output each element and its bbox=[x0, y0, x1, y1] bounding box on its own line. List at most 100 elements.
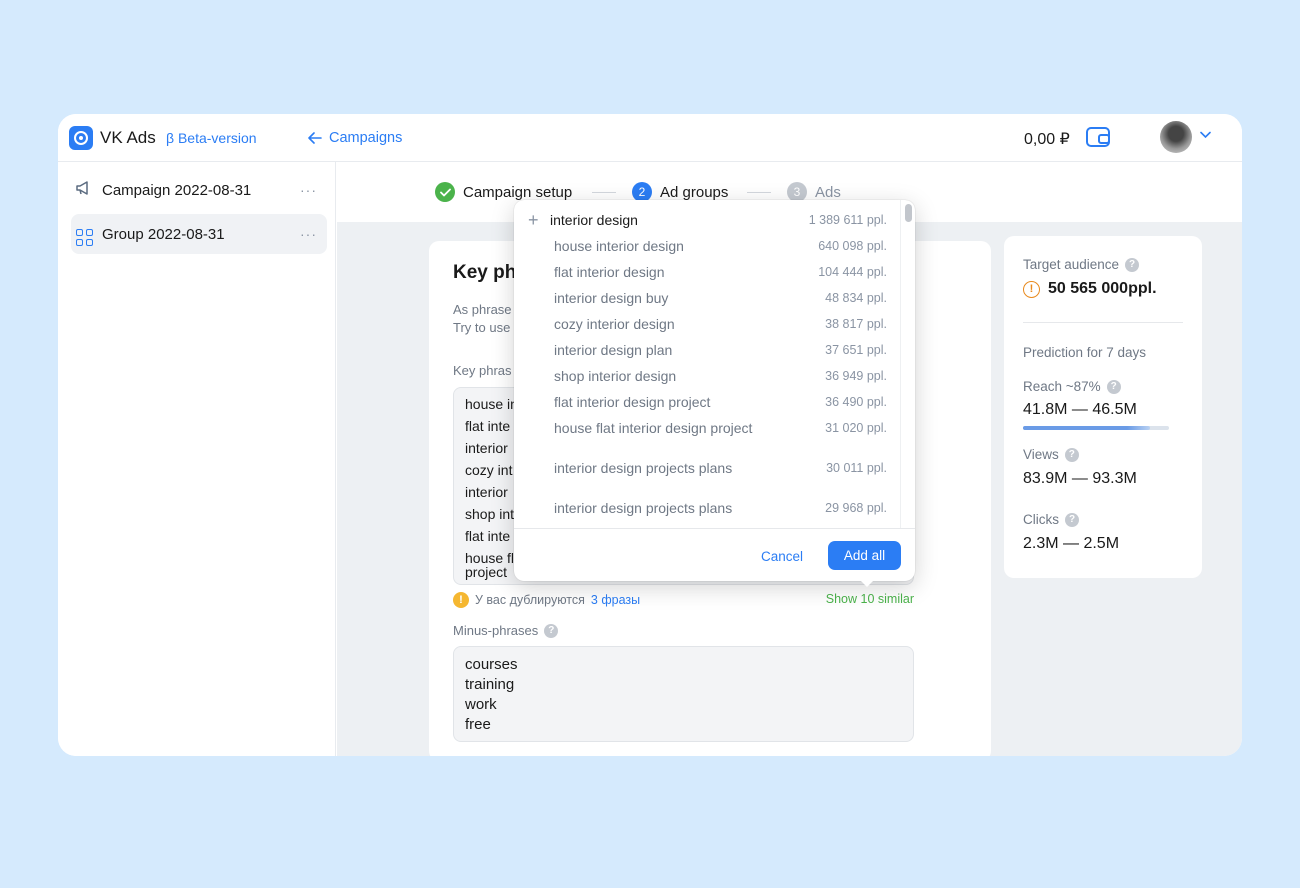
step-number: 2 bbox=[632, 182, 652, 202]
key-phrase-line: flat inte bbox=[465, 528, 511, 544]
show-similar-link[interactable]: Show 10 similar bbox=[826, 592, 914, 606]
similar-phrase-count: 48 834 ppl. bbox=[825, 291, 887, 305]
beta-badge[interactable]: β Beta-version bbox=[166, 130, 257, 146]
plus-icon[interactable]: + bbox=[528, 211, 539, 229]
sidebar-item-campaign[interactable]: Campaign 2022-08-31 ··· bbox=[71, 170, 327, 210]
target-audience-value: ! 50 565 000ppl. bbox=[1023, 280, 1157, 298]
step-label: Ad groups bbox=[660, 183, 729, 201]
step-ads[interactable]: 3 Ads bbox=[787, 182, 841, 202]
sidebar-item-label: Group 2022-08-31 bbox=[102, 225, 225, 243]
prediction-label: Prediction for 7 days bbox=[1023, 345, 1147, 360]
similar-phrases-list[interactable]: + interior design 1 389 611 ppl. house inte… bbox=[514, 200, 900, 528]
step-divider bbox=[747, 192, 771, 193]
account-balance: 0,00 ₽ bbox=[1024, 131, 1070, 148]
similar-phrase-count: 29 968 ppl. bbox=[825, 501, 887, 515]
minus-phrase-line: free bbox=[465, 716, 491, 733]
clicks-label-text: Clicks bbox=[1023, 512, 1059, 527]
similar-phrase-count: 36 490 ppl. bbox=[825, 395, 887, 409]
similar-phrase-count: 37 651 ppl. bbox=[825, 343, 887, 357]
similar-phrase-count: 31 020 ppl. bbox=[825, 421, 887, 435]
views-label: Views ? bbox=[1023, 447, 1079, 462]
vk-ads-logo-icon[interactable] bbox=[69, 126, 93, 150]
duplicate-warning-text: У вас дублируются bbox=[475, 593, 585, 607]
similar-phrase-text: interior design projects plans bbox=[554, 500, 733, 516]
top-bar: VK Ads β Beta-version Campaigns 0,00 ₽ bbox=[58, 114, 1242, 162]
views-label-text: Views bbox=[1023, 447, 1059, 462]
brand-name[interactable]: VK Ads bbox=[100, 128, 156, 148]
dropdown-pointer bbox=[860, 580, 874, 587]
similar-phrase-item[interactable]: house flat interior design project 31 020… bbox=[514, 421, 900, 457]
similar-phrase-text: house interior design bbox=[554, 238, 684, 254]
reach-progress-fill bbox=[1023, 426, 1151, 430]
minus-phrases-label: Minus-phrases ? bbox=[453, 623, 559, 638]
minus-phrases-label-text: Minus-phrases bbox=[453, 623, 539, 638]
wallet-icon[interactable] bbox=[1086, 127, 1110, 147]
user-avatar[interactable] bbox=[1160, 121, 1192, 153]
key-phrase-line: shop int bbox=[465, 506, 515, 522]
check-icon bbox=[435, 182, 455, 202]
cancel-button[interactable]: Cancel bbox=[749, 543, 815, 569]
step-label: Campaign setup bbox=[463, 183, 573, 201]
key-phrase-line: cozy int bbox=[465, 462, 513, 478]
warning-icon: ! bbox=[1023, 280, 1040, 298]
card-hint: As phrase bbox=[453, 302, 512, 317]
dropdown-footer: Cancel Add all bbox=[514, 528, 915, 581]
key-phrases-label: Key phras bbox=[453, 363, 512, 378]
similar-phrase-count: 1 389 611 ppl. bbox=[808, 213, 887, 227]
key-phrase-line: interior bbox=[465, 484, 508, 500]
help-icon[interactable]: ? bbox=[1125, 257, 1140, 272]
similar-phrases-dropdown: + interior design 1 389 611 ppl. house inte… bbox=[514, 200, 915, 581]
similar-phrase-text: flat interior design project bbox=[554, 394, 711, 410]
target-audience-label: Target audience ? bbox=[1023, 257, 1140, 272]
help-icon[interactable]: ? bbox=[544, 623, 559, 638]
help-icon[interactable]: ? bbox=[1064, 447, 1079, 462]
similar-phrase-text: flat interior design bbox=[554, 264, 665, 280]
scrollbar-thumb[interactable] bbox=[905, 204, 912, 222]
scrollbar[interactable] bbox=[900, 200, 915, 528]
warning-icon: ! bbox=[453, 592, 469, 608]
grid-icon bbox=[74, 223, 94, 246]
views-value: 83.9M — 93.3M bbox=[1023, 470, 1137, 487]
similar-phrase-count: 38 817 ppl. bbox=[825, 317, 887, 331]
clicks-value: 2.3M — 2.5M bbox=[1023, 535, 1120, 552]
target-audience-number: 50 565 000ppl. bbox=[1048, 280, 1157, 297]
reach-value: 41.8M — 46.5M bbox=[1023, 401, 1137, 418]
step-label: Ads bbox=[815, 183, 841, 201]
arrow-left-icon bbox=[308, 132, 322, 144]
step-ad-groups[interactable]: 2 Ad groups bbox=[632, 182, 728, 202]
sidebar: Campaign 2022-08-31 ··· Group 2022-08-31… bbox=[58, 162, 336, 756]
chevron-down-icon[interactable] bbox=[1200, 128, 1211, 142]
step-campaign-setup[interactable]: Campaign setup bbox=[435, 182, 572, 202]
minus-phrase-line: work bbox=[465, 696, 497, 713]
duplicate-phrases-link[interactable]: 3 фразы bbox=[591, 593, 640, 607]
key-phrase-line: interior bbox=[465, 440, 508, 456]
key-phrase-line: house in bbox=[465, 396, 518, 412]
similar-phrase-item[interactable]: interior design projects plans 29 968 ppl… bbox=[514, 501, 900, 528]
target-audience-label-text: Target audience bbox=[1023, 257, 1120, 272]
sidebar-item-group[interactable]: Group 2022-08-31 ··· bbox=[71, 214, 327, 254]
help-icon[interactable]: ? bbox=[1106, 379, 1121, 394]
step-divider bbox=[592, 192, 616, 193]
card-hint: Try to use bbox=[453, 320, 511, 335]
clicks-label: Clicks ? bbox=[1023, 512, 1079, 527]
similar-phrase-item[interactable]: interior design projects plans 30 011 ppl… bbox=[514, 461, 900, 497]
reach-label: Reach ~87% ? bbox=[1023, 379, 1121, 394]
more-icon[interactable]: ··· bbox=[300, 226, 317, 242]
sidebar-item-label: Campaign 2022-08-31 bbox=[102, 181, 252, 199]
minus-phrase-line: courses bbox=[465, 656, 518, 673]
similar-phrase-text: interior design buy bbox=[554, 290, 669, 306]
similar-phrase-count: 36 949 ppl. bbox=[825, 369, 887, 383]
similar-phrase-count: 104 444 ppl. bbox=[818, 265, 887, 279]
megaphone-icon bbox=[74, 180, 94, 200]
key-phrase-line: flat inte bbox=[465, 418, 511, 434]
help-icon[interactable]: ? bbox=[1065, 512, 1079, 527]
reach-label-text: Reach ~87% bbox=[1023, 379, 1101, 394]
reach-progress-bar bbox=[1023, 426, 1169, 430]
back-to-campaigns-link[interactable]: Campaigns bbox=[308, 130, 402, 146]
minus-phrases-textarea[interactable]: courses training work free bbox=[453, 646, 914, 742]
more-icon[interactable]: ··· bbox=[300, 182, 317, 198]
similar-phrase-count: 30 011 ppl. bbox=[826, 461, 887, 475]
divider bbox=[1023, 322, 1183, 323]
add-all-button[interactable]: Add all bbox=[828, 541, 901, 570]
similar-phrase-count: 640 098 ppl. bbox=[818, 239, 887, 253]
